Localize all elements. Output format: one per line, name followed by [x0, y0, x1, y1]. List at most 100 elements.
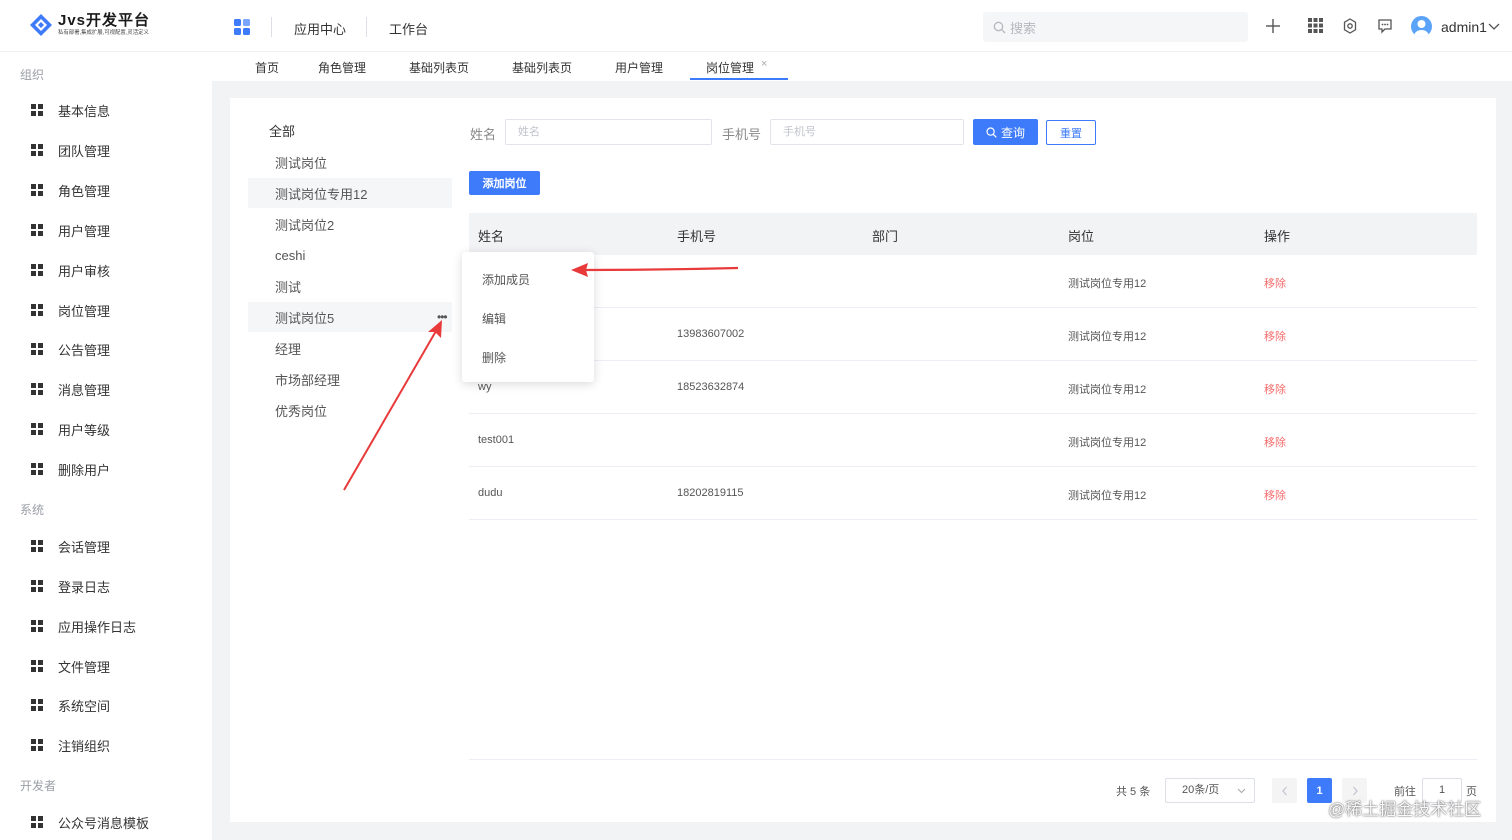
position-item[interactable]: 测试 [248, 271, 452, 301]
cell-phone: 18523632874 [677, 381, 745, 393]
tab-home[interactable]: 首页 [255, 59, 279, 76]
remove-link[interactable]: 移除 [1264, 487, 1286, 503]
prev-page-button[interactable] [1272, 778, 1297, 803]
sidebar-item-announcements[interactable]: 公告管理 [0, 334, 212, 364]
add-position-button[interactable]: 添加岗位 [469, 171, 540, 195]
sidebar-item-label: 用户管理 [58, 223, 111, 239]
more-actions-icon[interactable]: ••• [437, 310, 448, 324]
chevron-right-icon [1352, 786, 1358, 795]
grid-icon [31, 660, 43, 672]
sidebar-group-title: 系统 [20, 503, 45, 517]
settings-gear-icon[interactable] [1342, 18, 1358, 34]
grid-icon [31, 423, 43, 435]
sidebar-item-deleted-users[interactable]: 删除用户 [0, 454, 212, 484]
menu-item-edit[interactable]: 编辑 [482, 310, 506, 327]
cell-name: wy [478, 381, 492, 393]
sidebar-item-app-op-log[interactable]: 应用操作日志 [0, 611, 212, 641]
top-header: Jvs开发平台 私有部署,集成扩展,可视配置,灵活定义 应用中心 工作台 搜索 [0, 0, 1512, 52]
position-item[interactable]: 市场部经理 [248, 364, 452, 394]
logo-title: Jvs开发平台 [58, 12, 151, 29]
position-item[interactable]: 测试岗位 [248, 147, 452, 177]
name-filter-label: 姓名 [470, 127, 497, 142]
name-filter-input[interactable]: 姓名 [505, 119, 712, 145]
chevron-down-icon [1237, 779, 1246, 811]
sidebar-item-wechat-template[interactable]: 公众号消息模板 [0, 807, 212, 837]
sidebar-item-positions[interactable]: 岗位管理 [0, 295, 212, 325]
sidebar-item-messages[interactable]: 消息管理 [0, 374, 212, 404]
sidebar-item-label: 注销组织 [58, 738, 111, 754]
position-item[interactable]: 优秀岗位 [248, 395, 452, 425]
apps-grid-icon[interactable] [1308, 18, 1324, 34]
grid-icon [31, 383, 43, 395]
sidebar-item-files[interactable]: 文件管理 [0, 651, 212, 681]
menu-item-add-member[interactable]: 添加成员 [482, 271, 530, 288]
grid-icon [31, 343, 43, 355]
remove-link[interactable]: 移除 [1264, 381, 1286, 397]
position-item[interactable]: ceshi [248, 240, 452, 270]
tab-roles[interactable]: 角色管理 [318, 59, 366, 76]
sidebar-item-system-space[interactable]: 系统空间 [0, 690, 212, 720]
sidebar-item-label: 登录日志 [58, 579, 111, 595]
sidebar-item-sessions[interactable]: 会话管理 [0, 531, 212, 561]
sidebar-item-roles[interactable]: 角色管理 [0, 175, 212, 205]
position-item[interactable]: 测试岗位5 [248, 302, 452, 332]
column-header-position: 岗位 [1068, 229, 1095, 244]
query-button[interactable]: 查询 [973, 119, 1038, 145]
grid-icon [31, 304, 43, 316]
menu-item-delete[interactable]: 删除 [482, 349, 506, 366]
sidebar-item-user-review[interactable]: 用户审核 [0, 255, 212, 285]
sidebar-item-team[interactable]: 团队管理 [0, 135, 212, 165]
sidebar-item-cancel-org[interactable]: 注销组织 [0, 730, 212, 760]
page-size-select[interactable]: 20条/页 [1165, 778, 1255, 803]
tab-basic-list-1[interactable]: 基础列表页 [409, 59, 469, 76]
active-tab-indicator [690, 78, 788, 80]
user-avatar[interactable] [1411, 16, 1432, 37]
nav-workbench[interactable]: 工作台 [389, 19, 428, 38]
grid-icon [31, 144, 43, 156]
chevron-down-icon[interactable] [1488, 18, 1500, 37]
tab-users[interactable]: 用户管理 [615, 59, 663, 76]
sidebar-item-basic-info[interactable]: 基本信息 [0, 95, 212, 125]
remove-link[interactable]: 移除 [1264, 275, 1286, 291]
sidebar-item-label: 系统空间 [58, 698, 111, 714]
reset-button[interactable]: 重置 [1046, 120, 1096, 145]
search-input[interactable]: 搜索 [983, 12, 1248, 42]
cell-position: 测试岗位专用12 [1068, 490, 1147, 502]
nav-app-center[interactable]: 应用中心 [294, 19, 346, 38]
sidebar-item-users[interactable]: 用户管理 [0, 215, 212, 245]
grid-icon [31, 816, 43, 828]
table-row: test001 测试岗位专用12 移除 [469, 414, 1477, 467]
sidebar-item-label: 应用操作日志 [58, 619, 137, 635]
table-bottom-border [469, 759, 1477, 760]
sidebar-item-label: 公众号消息模板 [58, 815, 150, 831]
header-divider [366, 17, 367, 37]
message-icon[interactable] [1377, 18, 1393, 34]
position-context-menu: 添加成员 编辑 删除 [462, 252, 594, 382]
tab-close-icon[interactable]: × [761, 58, 767, 70]
column-header-dept: 部门 [872, 229, 899, 244]
sidebar-item-label: 基本信息 [58, 103, 111, 119]
tab-positions[interactable]: 岗位管理 [706, 59, 754, 76]
table-row: wy 18523632874 测试岗位专用12 移除 [469, 361, 1477, 414]
tab-basic-list-2[interactable]: 基础列表页 [512, 59, 572, 76]
position-all[interactable]: 全部 [248, 115, 452, 145]
position-item[interactable]: 测试岗位专用12 [248, 178, 452, 208]
position-label: 测试岗位专用12 [275, 186, 368, 202]
page-size-value: 20条/页 [1182, 784, 1220, 796]
remove-link[interactable]: 移除 [1264, 328, 1286, 344]
grid-icon [31, 184, 43, 196]
app-switcher-icon[interactable] [234, 19, 250, 35]
phone-filter-input[interactable]: 手机号 [770, 119, 964, 145]
logo[interactable]: Jvs开发平台 私有部署,集成扩展,可视配置,灵活定义 [28, 12, 159, 38]
user-name[interactable]: admin1 [1441, 19, 1487, 35]
cell-position: 测试岗位专用12 [1068, 278, 1147, 290]
remove-link[interactable]: 移除 [1264, 434, 1286, 450]
position-item[interactable]: 经理 [248, 333, 452, 363]
sidebar-item-user-levels[interactable]: 用户等级 [0, 414, 212, 444]
cell-name: dudu [478, 487, 503, 499]
query-button-label: 查询 [1000, 125, 1025, 140]
plus-icon[interactable] [1265, 18, 1281, 34]
position-item[interactable]: 测试岗位2 [248, 209, 452, 239]
sidebar-item-label: 消息管理 [58, 382, 111, 398]
sidebar-item-login-log[interactable]: 登录日志 [0, 571, 212, 601]
